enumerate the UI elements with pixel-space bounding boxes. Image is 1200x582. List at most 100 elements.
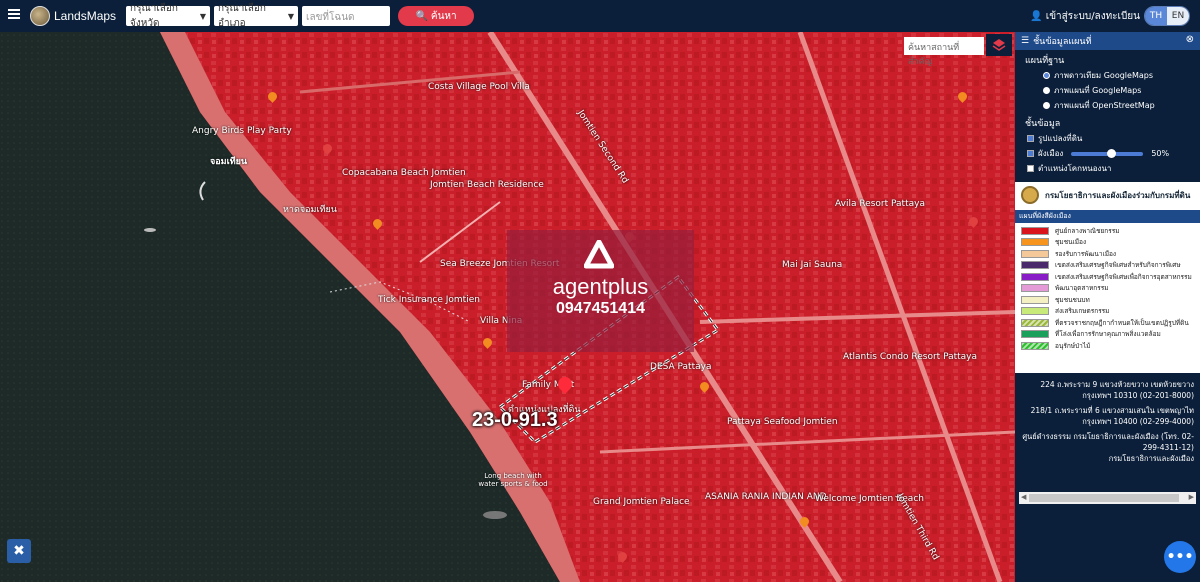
- legend-swatch: [1021, 318, 1049, 327]
- close-icon[interactable]: ⊗: [1186, 34, 1194, 45]
- scroll-right-icon[interactable]: ▶: [1189, 493, 1194, 501]
- lang-th-button[interactable]: TH: [1145, 7, 1167, 25]
- department-emblem-icon: [1021, 186, 1039, 204]
- department-name: กรมโยธาธิการและผังเมืองร่วมกับกรมที่ดิน: [1045, 190, 1191, 200]
- login-label: เข้าสู่ระบบ/ลงทะเบียน: [1045, 11, 1140, 22]
- legend-item: ส่งเสริมเกษตรกรรม: [1015, 306, 1200, 318]
- radio-button[interactable]: [1043, 72, 1050, 79]
- legend-swatch: [1021, 261, 1049, 270]
- checkbox[interactable]: [1027, 150, 1034, 157]
- opacity-slider[interactable]: [1071, 148, 1144, 158]
- legend-swatch: [1021, 307, 1049, 316]
- map-label: Avila Resort Pattaya: [835, 199, 925, 209]
- map-label: Long beach with water sports & food: [478, 472, 548, 488]
- slider-handle[interactable]: [1107, 148, 1117, 158]
- map-label: Angry Birds Play Party: [192, 126, 292, 136]
- layers-toggle-button[interactable]: [986, 34, 1012, 56]
- legend-label: ที่โล่งเพื่อการรักษาคุณภาพสิ่งแวดล้อม: [1055, 330, 1161, 339]
- legend-swatch: [1021, 226, 1049, 235]
- checkbox[interactable]: [1027, 165, 1034, 172]
- chat-icon: •••: [1166, 549, 1194, 565]
- legend-item: ที่โล่งเพื่อการรักษาคุณภาพสิ่งแวดล้อม: [1015, 329, 1200, 341]
- agent-logo-icon: [584, 240, 614, 269]
- map-label: หาดจอมเทียน: [283, 205, 337, 215]
- legend-item: รองรับการพัฒนาเมือง: [1015, 248, 1200, 260]
- legend-item: ชุมชนเมือง: [1015, 237, 1200, 249]
- legend-item: อนุรักษ์ป่าไม้: [1015, 340, 1200, 352]
- layers-icon: [992, 39, 1006, 51]
- legend-label: พัฒนาอุตสาหกรรม: [1055, 284, 1109, 293]
- province-select[interactable]: กรุณาเลือกจังหวัด ▼: [126, 3, 211, 29]
- legend-label: เขตส่งเสริมเศรษฐกิจพิเศษเพื่อกิจการอุตสา…: [1055, 272, 1192, 281]
- scroll-left-icon[interactable]: ◀: [1021, 493, 1026, 501]
- layer-option[interactable]: ผังเมือง 50%: [1015, 146, 1200, 161]
- map-label: Pattaya Seafood Jomtien: [727, 417, 838, 427]
- legend-title: แผนที่ผังสีผังเมือง: [1015, 210, 1200, 223]
- map-label: ASANIA RANIA INDIAN AND: [705, 492, 827, 502]
- map-label: Costa Village Pool Villa: [428, 82, 530, 92]
- basemap-option[interactable]: ภาพดาวเทียม GoogleMaps: [1015, 68, 1200, 83]
- top-bar: LandsMaps กรุณาเลือกจังหวัด ▼ กรุณาเลือกอ…: [0, 0, 1200, 32]
- contact-address-1: 224 ถ.พระราม 9 แขวงห้วยขวาง เขตห้วยขวาง …: [1040, 380, 1194, 400]
- language-toggle[interactable]: TH EN: [1144, 6, 1190, 26]
- chevron-down-icon: ▼: [287, 11, 295, 21]
- login-link[interactable]: 👤 เข้าสู่ระบบ/ลงทะเบียน: [1030, 9, 1140, 24]
- legend-swatch: [1021, 284, 1049, 293]
- radio-button[interactable]: [1043, 102, 1050, 109]
- lang-en-button[interactable]: EN: [1167, 7, 1189, 25]
- panel-title: ชั้นข้อมูลแผนที่: [1033, 37, 1092, 47]
- legend-label: ศูนย์กลางพาณิชยกรรม: [1055, 226, 1120, 235]
- basemap-label: ภาพดาวเทียม GoogleMaps: [1054, 71, 1153, 80]
- legend-label: รองรับการพัฒนาเมือง: [1055, 249, 1117, 258]
- map-label: Tick Insurance Jomtien: [378, 295, 480, 305]
- legend-label: เขตส่งเสริมเศรษฐกิจพิเศษสำหรับกิจการพิเศ…: [1055, 261, 1181, 270]
- map-tool-icon: ✖: [13, 543, 25, 559]
- legend-swatch: [1021, 238, 1049, 247]
- district-select[interactable]: กรุณาเลือกอำเภอ ▼: [214, 3, 299, 29]
- legend-item: พัฒนาอุตสาหกรรม: [1015, 283, 1200, 295]
- legend-item: เขตส่งเสริมเศรษฐกิจพิเศษเพื่อกิจการอุตสา…: [1015, 271, 1200, 283]
- layer-label: ผังเมือง: [1038, 149, 1064, 158]
- search-button[interactable]: 🔍 ค้นหา: [398, 6, 475, 26]
- legend-swatch: [1021, 272, 1049, 281]
- deed-number-input[interactable]: เลขที่โฉนด: [302, 6, 391, 26]
- brand-title[interactable]: LandsMaps: [54, 9, 116, 23]
- legend-swatch: [1021, 295, 1049, 304]
- hamburger-icon[interactable]: [8, 9, 20, 19]
- legend-swatch: [1021, 330, 1049, 339]
- logo-icon[interactable]: [30, 6, 50, 26]
- panel-header: ☰ ชั้นข้อมูลแผนที่ ⊗: [1015, 32, 1200, 50]
- map-label: Grand Jomtien Palace: [593, 497, 690, 507]
- basemap-option[interactable]: ภาพแผนที่ GoogleMaps: [1015, 83, 1200, 98]
- place-search-input[interactable]: ค้นหาสถานที่สำคัญ: [904, 37, 984, 67]
- layers-icon: ☰: [1021, 36, 1030, 46]
- scrollbar-thumb[interactable]: [1029, 494, 1179, 502]
- chat-button[interactable]: •••: [1164, 541, 1196, 573]
- legend-label: ที่ตรวจราชกฤษฎีกากำหนดให้เป็นเขตปฏิรูปที…: [1055, 318, 1189, 327]
- checkbox[interactable]: [1027, 135, 1034, 142]
- basemap-label: ภาพแผนที่ GoogleMaps: [1054, 86, 1142, 95]
- province-select-value: กรุณาเลือกจังหวัด: [130, 3, 178, 29]
- search-button-label: ค้นหา: [430, 10, 457, 22]
- legend-item: ศูนย์กลางพาณิชยกรรม: [1015, 225, 1200, 237]
- basemap-option[interactable]: ภาพแผนที่ OpenStreetMap: [1015, 98, 1200, 113]
- radio-button[interactable]: [1043, 87, 1050, 94]
- layer-panel: ☰ ชั้นข้อมูลแผนที่ ⊗ แผนที่ฐาน ภาพดาวเที…: [1015, 32, 1200, 582]
- legend-label: ส่งเสริมเกษตรกรรม: [1055, 307, 1110, 316]
- agent-name: agentplus: [552, 274, 649, 299]
- map-label: Atlantis Condo Resort Pattaya: [843, 352, 978, 362]
- layer-option[interactable]: ตำแหน่งโคกหนองนา: [1015, 161, 1200, 176]
- map-label: จอมเทียน: [210, 157, 248, 167]
- contact-department: กรมโยธาธิการและผังเมือง: [1108, 454, 1194, 463]
- map-label: Copacabana Beach Jomtien: [342, 168, 466, 178]
- user-icon: 👤: [1030, 11, 1043, 22]
- basemap-label: ภาพแผนที่ OpenStreetMap: [1054, 101, 1155, 110]
- map-label: Mai Jai Sauna: [782, 260, 843, 270]
- map-label: Jomtien Beach Residence: [430, 180, 544, 190]
- layer-label: ตำแหน่งโคกหนองนา: [1038, 164, 1112, 173]
- layers-title: ชั้นข้อมูล: [1025, 119, 1061, 129]
- layer-option[interactable]: รูปแปลงที่ดิน: [1015, 131, 1200, 146]
- horizontal-scrollbar[interactable]: ◀ ▶: [1019, 492, 1196, 504]
- map-tool-button[interactable]: ✖: [7, 539, 31, 563]
- contact-address-2: 218/1 ถ.พระรามที่ 6 แขวงสามเสนใน เขตพญาไ…: [1030, 406, 1194, 426]
